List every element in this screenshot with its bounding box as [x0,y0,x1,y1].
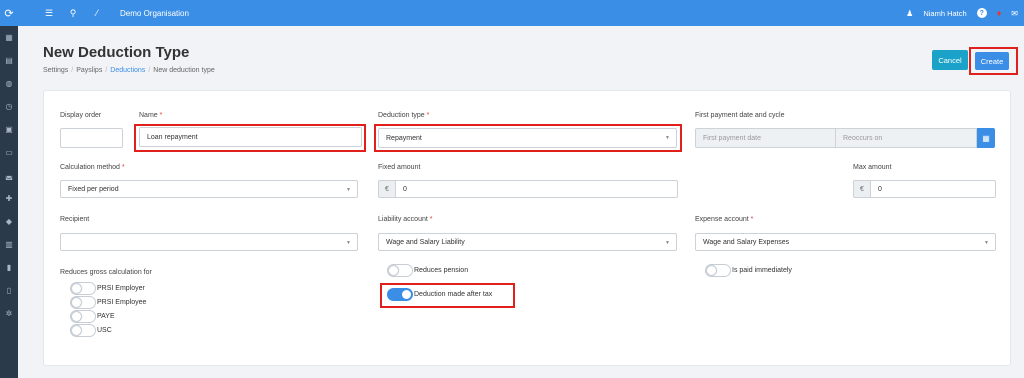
prsi-employer-label: PRSI Employer [97,285,145,292]
paye-label: PAYE [97,313,115,320]
euro-addon: € [378,180,396,198]
breadcrumb-deductions[interactable]: Deductions [110,67,145,74]
deduction-type-label: Deduction type * [378,112,430,119]
notification-bell-icon[interactable]: ♦ [997,8,1002,18]
create-highlight [969,47,1018,75]
calculation-method-label: Calculation method * [60,164,125,171]
chevron-down-icon: ▼ [665,240,670,246]
top-bar: ☰ ⚲ ⁄ Demo Organisation ♟ Niamh Hatch ? … [18,0,1024,26]
sidebar: ⟳ ▦ ▤ ◍ ◷ ▣ ▭ ◛ ✚ ◆ ▥ ▮ ▯ ✲ [0,0,18,378]
mail-icon[interactable]: ✉ [1011,9,1018,18]
sidebar-dashboard-icon[interactable]: ▦ [0,26,18,49]
sidebar-file-icon[interactable]: ▯ [0,279,18,302]
sidebar-people-icon[interactable]: ◍ [0,72,18,95]
prsi-employee-label: PRSI Employee [97,299,147,306]
page-header: New Deduction Type Settings / Payslips / Ded… [43,44,215,74]
app-logo-icon[interactable]: ⟳ [0,0,18,26]
reoccurs-on-input[interactable]: Reoccurs on [835,128,977,148]
is-paid-immediately-label: Is paid immediately [732,267,792,274]
sidebar-bell-icon[interactable]: ◆ [0,210,18,233]
form-card: Display order Name * Loan repayment Dedu… [43,90,1011,366]
calendar-icon[interactable]: ▦ [977,128,995,148]
chevron-down-icon: ▼ [346,187,351,193]
fixed-amount-input[interactable]: 0 [395,180,678,198]
user-icon: ♟ [906,8,914,18]
search-icon[interactable]: ⚲ [64,8,82,19]
menu-icon[interactable]: ☰ [40,8,58,19]
name-highlight [134,124,366,152]
breadcrumb-payslips[interactable]: Payslips [76,67,102,74]
page-title: New Deduction Type [43,44,190,61]
wand-icon[interactable]: ⁄ [88,8,106,18]
recipient-label: Recipient [60,216,90,223]
first-payment-date-input[interactable]: First payment date [695,128,836,148]
prsi-employee-toggle[interactable] [70,296,96,309]
cancel-button[interactable]: Cancel [932,50,968,70]
expense-account-select[interactable]: Wage and Salary Expenses ▼ [695,233,996,251]
sidebar-briefcase-icon[interactable]: ▣ [0,118,18,141]
sidebar-bank-icon[interactable]: ▥ [0,233,18,256]
sidebar-chart-icon[interactable]: ▮ [0,256,18,279]
help-icon[interactable]: ? [976,8,987,18]
max-amount-input[interactable]: 0 [870,180,996,198]
user-name[interactable]: Niamh Hatch [923,9,966,18]
deduction-after-tax-highlight [380,283,515,308]
fixed-amount-label: Fixed amount [378,164,421,171]
calculation-method-select[interactable]: Fixed per period ▼ [60,180,358,198]
sidebar-book-icon[interactable]: ▤ [0,49,18,72]
sidebar-clock-icon[interactable]: ◷ [0,95,18,118]
breadcrumb-settings[interactable]: Settings [43,67,68,74]
usc-toggle[interactable] [70,324,96,337]
expense-account-label: Expense account * [695,216,754,223]
first-payment-label: First payment date and cycle [695,112,785,119]
is-paid-immediately-toggle[interactable] [705,264,731,277]
sidebar-card-icon[interactable]: ▭ [0,141,18,164]
liability-account-select[interactable]: Wage and Salary Liability ▼ [378,233,677,251]
recipient-select[interactable]: ▼ [60,233,358,251]
reduces-gross-label: Reduces gross calculation for [60,269,152,276]
usc-label: USC [97,327,112,334]
paye-toggle[interactable] [70,310,96,323]
max-amount-label: Max amount [853,164,892,171]
reduces-pension-label: Reduces pension [414,267,469,274]
chevron-down-icon: ▼ [984,240,989,246]
chevron-down-icon: ▼ [346,240,351,246]
deduction-type-highlight [374,124,682,152]
display-order-label: Display order [60,112,102,119]
reduces-pension-toggle[interactable] [387,264,413,277]
sidebar-gear-icon[interactable]: ✲ [0,302,18,325]
sidebar-car-icon[interactable]: ◛ [0,164,18,187]
sidebar-plus-icon[interactable]: ✚ [0,187,18,210]
display-order-input[interactable] [60,128,123,148]
liability-account-label: Liability account * [378,216,433,223]
breadcrumb-current: New deduction type [153,67,215,74]
name-label: Name * [139,112,163,119]
euro-addon: € [853,180,871,198]
prsi-employer-toggle[interactable] [70,282,96,295]
breadcrumb: Settings / Payslips / Deductions / New deducti… [43,67,215,74]
organisation-name[interactable]: Demo Organisation [120,9,189,18]
